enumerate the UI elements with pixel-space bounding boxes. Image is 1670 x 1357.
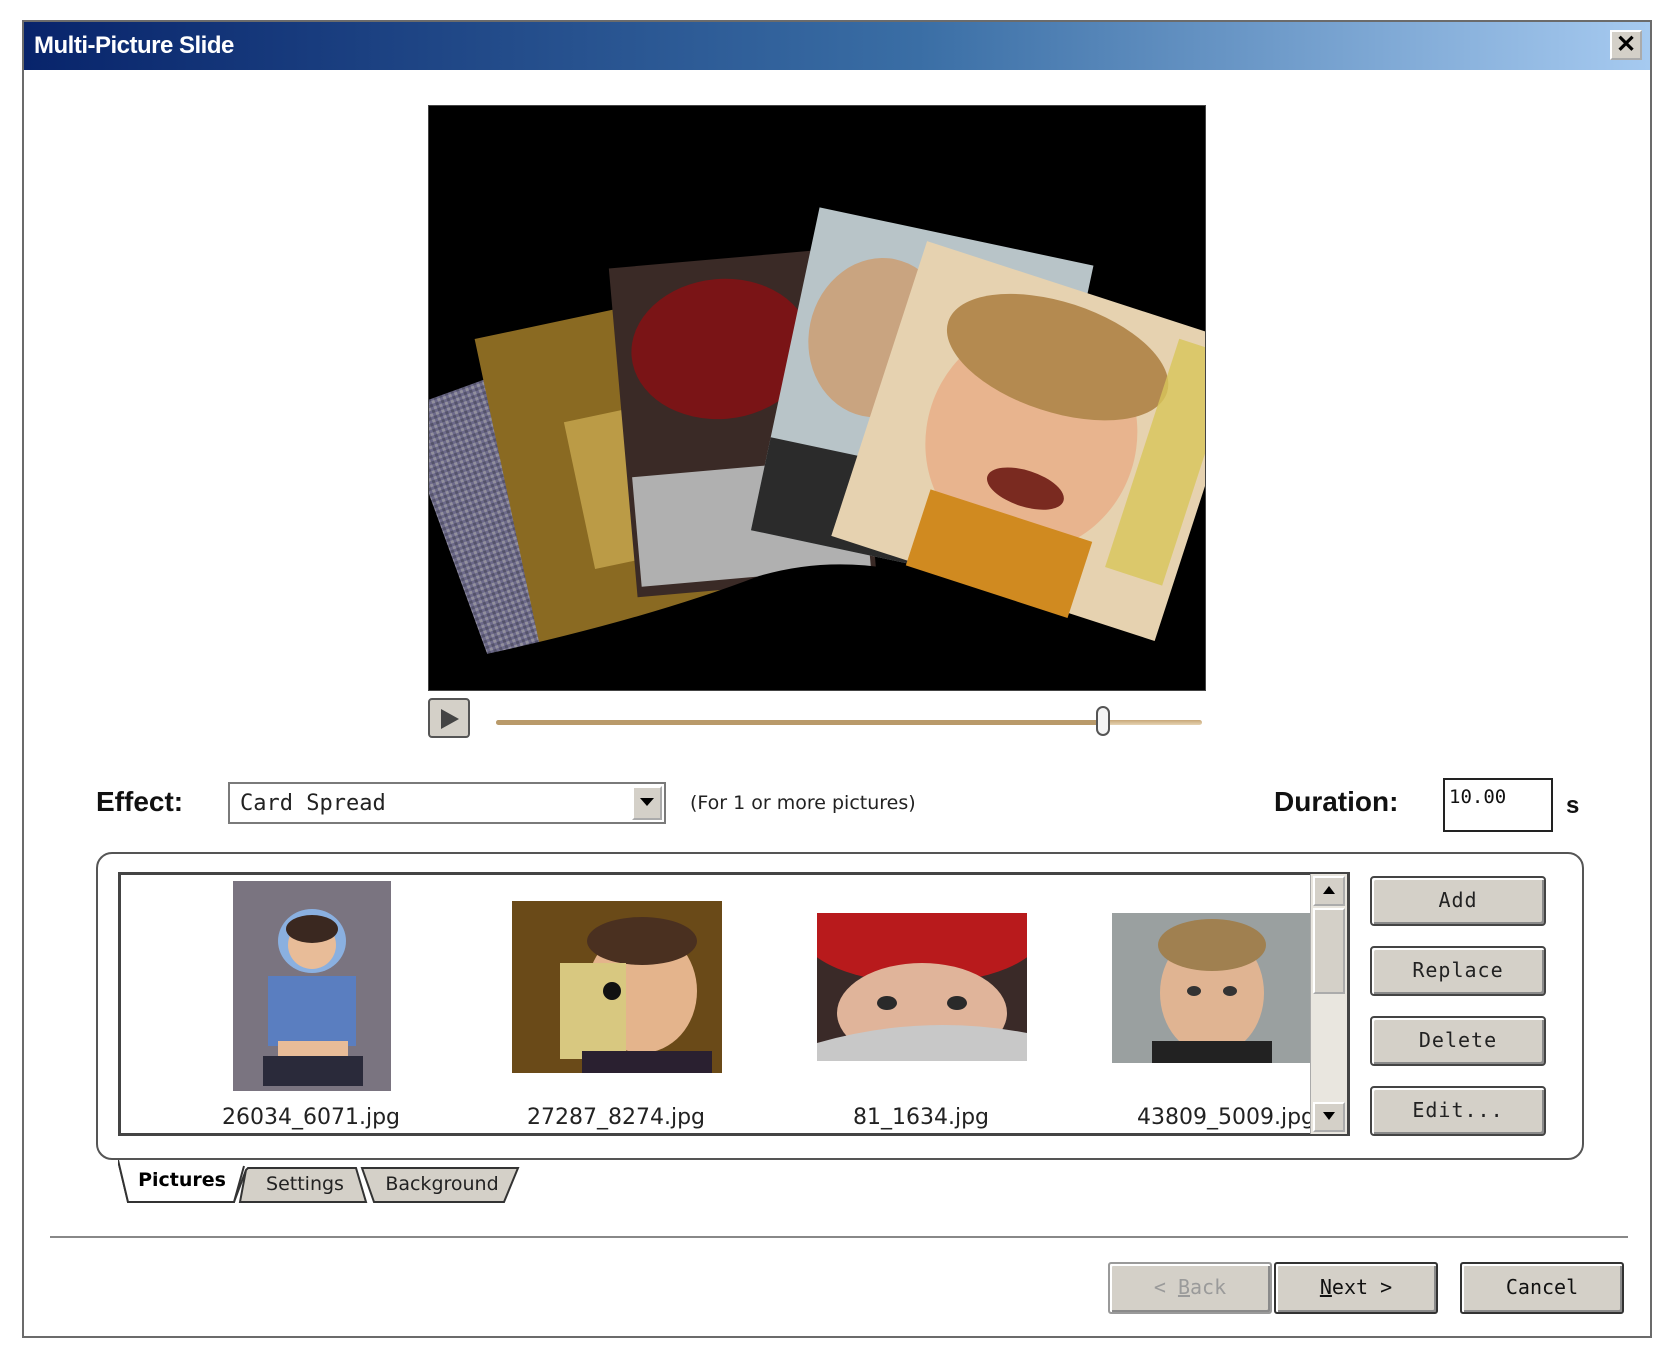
list-item[interactable]: 27287_8274.jpg <box>466 875 766 1133</box>
next-mnemonic: N <box>1319 1275 1332 1299</box>
back-button[interactable]: < Back <box>1108 1262 1272 1314</box>
picture-filename: 26034_6071.jpg <box>221 1105 400 1130</box>
picture-thumbnail <box>817 913 1027 1061</box>
tab-settings[interactable]: Settings <box>250 1164 360 1206</box>
title-bar: Multi-Picture Slide ✕ <box>24 22 1650 70</box>
scroll-up-button[interactable] <box>1313 876 1345 906</box>
effect-dropdown[interactable]: Card Spread <box>228 782 666 824</box>
cancel-button[interactable]: Cancel <box>1460 1262 1624 1314</box>
chevron-down-icon <box>640 798 654 806</box>
replace-button[interactable]: Replace <box>1370 946 1546 996</box>
scroll-down-button[interactable] <box>1313 1102 1345 1132</box>
back-rest: ack <box>1190 1275 1227 1299</box>
picture-thumbnail <box>512 901 722 1073</box>
close-icon: ✕ <box>1615 31 1637 58</box>
dropdown-arrow-button[interactable] <box>632 786 662 820</box>
timeline-progress <box>496 720 1104 725</box>
effect-hint: (For 1 or more pictures) <box>690 792 916 814</box>
timeline-thumb[interactable] <box>1096 706 1111 736</box>
arrow-up-icon <box>1323 886 1335 894</box>
footer-divider <box>50 1236 1628 1238</box>
duration-input[interactable]: 10.00 <box>1443 778 1553 832</box>
next-button[interactable]: Next > <box>1274 1262 1438 1314</box>
next-rest: ext > <box>1331 1275 1393 1299</box>
back-mnemonic: B <box>1177 1275 1190 1299</box>
edit-button[interactable]: Edit... <box>1370 1086 1546 1136</box>
play-icon <box>441 709 459 729</box>
back-prefix: < <box>1153 1275 1178 1299</box>
window-title: Multi-Picture Slide <box>34 32 234 59</box>
picture-list-scrollbar[interactable] <box>1310 874 1347 1134</box>
picture-list[interactable]: 26034_6071.jpg 27287_8274.jpg 81_1634.jp… <box>118 872 1350 1136</box>
effect-value: Card Spread <box>240 791 386 816</box>
picture-filename: 43809_5009.jpg <box>1136 1105 1315 1130</box>
tab-pictures[interactable]: Pictures <box>128 1160 236 1202</box>
preview-image <box>429 106 1205 690</box>
list-item[interactable]: 43809_5009.jpg <box>1076 875 1347 1133</box>
picture-filename: 81_1634.jpg <box>852 1105 990 1130</box>
add-button[interactable]: Add <box>1370 876 1546 926</box>
effect-label: Effect: <box>96 786 184 817</box>
picture-thumbnail <box>1112 913 1322 1063</box>
slide-preview <box>428 105 1206 691</box>
delete-button[interactable]: Delete <box>1370 1016 1546 1066</box>
play-button[interactable] <box>428 698 470 738</box>
duration-unit: s <box>1566 792 1580 819</box>
list-item[interactable]: 81_1634.jpg <box>771 875 1071 1133</box>
duration-label: Duration: <box>1274 786 1399 817</box>
playback-controls <box>428 696 1204 746</box>
close-button[interactable]: ✕ <box>1610 30 1642 60</box>
picture-thumbnail <box>233 881 391 1091</box>
list-item[interactable]: 26034_6071.jpg <box>161 875 461 1133</box>
arrow-down-icon <box>1323 1112 1335 1120</box>
picture-filename: 27287_8274.jpg <box>526 1105 705 1130</box>
scroll-thumb[interactable] <box>1313 908 1345 994</box>
tab-background[interactable]: Background <box>374 1164 510 1206</box>
